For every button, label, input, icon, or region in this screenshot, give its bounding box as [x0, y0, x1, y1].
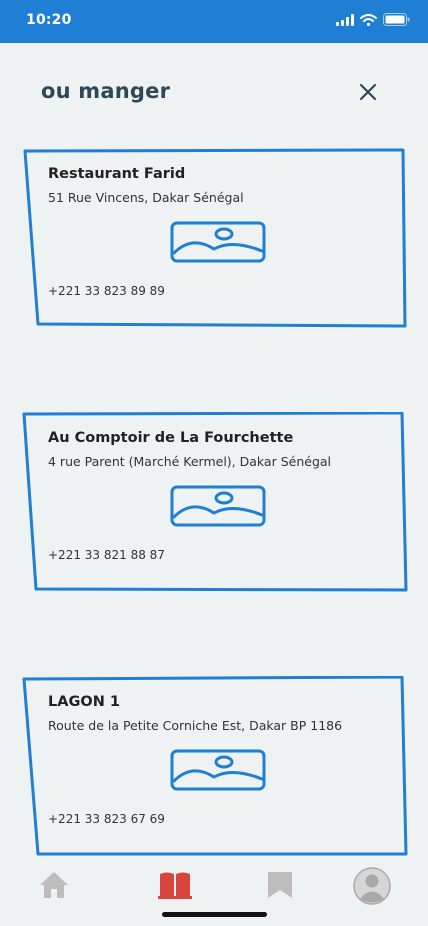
- status-time: 10:20: [26, 12, 72, 28]
- restaurant-phone[interactable]: +221 33 821 88 87: [48, 548, 165, 562]
- tab-book[interactable]: [155, 870, 195, 906]
- home-indicator: [162, 912, 267, 917]
- restaurant-card[interactable]: Au Comptoir de La Fourchette 4 rue Paren…: [22, 412, 408, 594]
- profile-icon: [353, 867, 391, 905]
- tab-home[interactable]: [34, 870, 74, 906]
- status-icons: [336, 13, 410, 26]
- image-placeholder-icon: [170, 221, 266, 263]
- image-placeholder-icon: [170, 749, 266, 791]
- restaurant-name: LAGON 1: [48, 694, 120, 710]
- restaurant-name: Restaurant Farid: [48, 166, 186, 182]
- close-icon: [359, 83, 377, 101]
- restaurant-phone[interactable]: +221 33 823 89 89: [48, 284, 165, 298]
- restaurant-card[interactable]: LAGON 1 Route de la Petite Corniche Est,…: [22, 676, 408, 858]
- image-placeholder-icon: [170, 485, 266, 527]
- tab-bookmark[interactable]: [260, 870, 300, 906]
- close-button[interactable]: [356, 80, 380, 104]
- signal-icon: [336, 13, 354, 26]
- restaurant-address: 4 rue Parent (Marché Kermel), Dakar Séné…: [48, 454, 332, 469]
- home-icon: [40, 872, 68, 898]
- wifi-icon: [360, 13, 377, 26]
- restaurant-address: 51 Rue Vincens, Dakar Sénégal: [48, 190, 244, 205]
- page-title: ou manger: [41, 79, 171, 103]
- status-bar: 10:20: [0, 0, 428, 43]
- restaurant-card[interactable]: Restaurant Farid 51 Rue Vincens, Dakar S…: [22, 148, 408, 330]
- battery-icon: [383, 13, 410, 26]
- restaurant-name: Au Comptoir de La Fourchette: [48, 430, 294, 446]
- tab-profile[interactable]: [352, 866, 392, 905]
- book-icon: [158, 872, 192, 899]
- restaurant-address: Route de la Petite Corniche Est, Dakar B…: [48, 718, 343, 733]
- restaurant-phone[interactable]: +221 33 823 67 69: [48, 812, 165, 826]
- bookmark-icon: [268, 872, 292, 898]
